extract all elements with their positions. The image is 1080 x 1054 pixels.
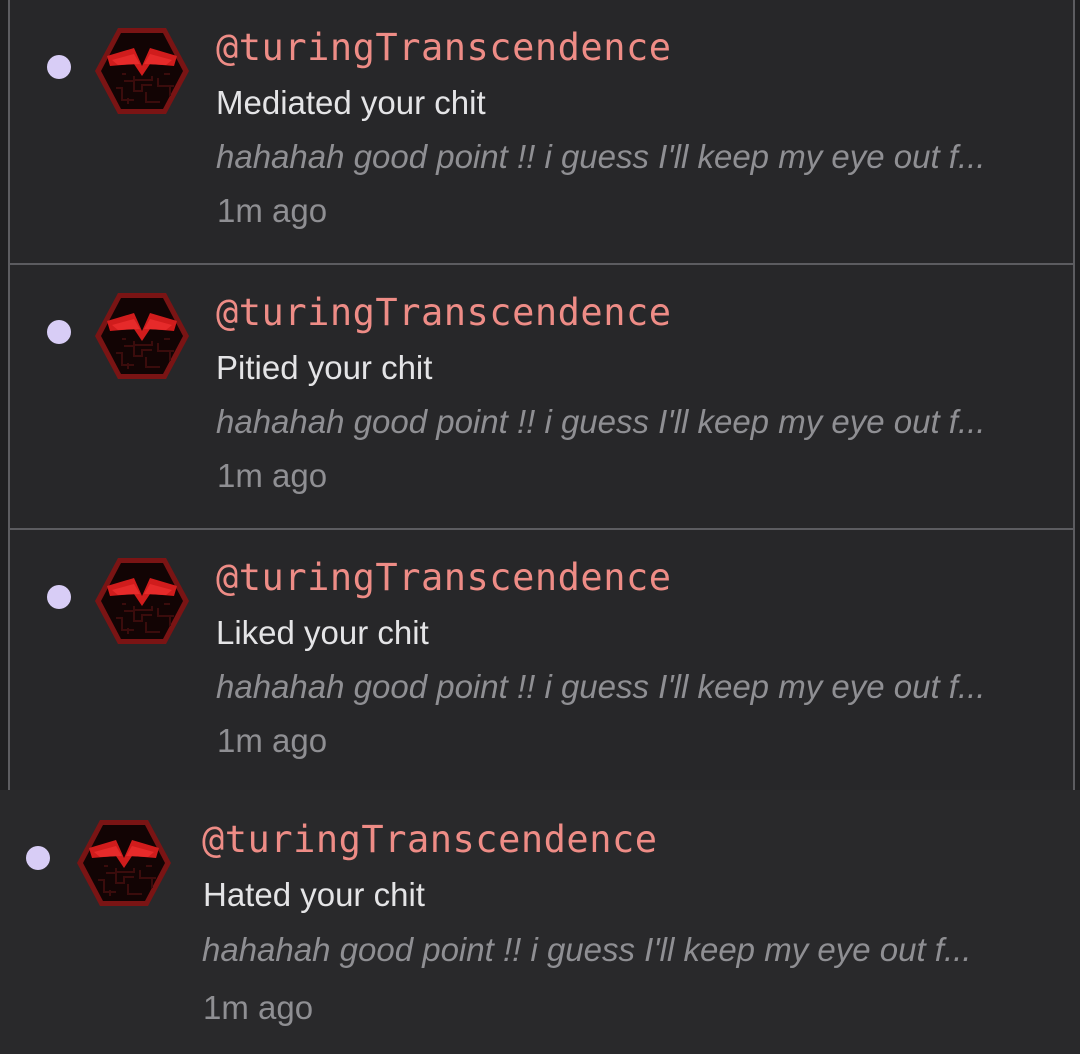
avatar[interactable] [94, 26, 190, 116]
avatar[interactable] [94, 291, 190, 381]
chit-preview: hahahah good point !! i guess I'll keep … [216, 668, 986, 705]
notification-item[interactable]: @turingTranscendence Mediated your chit … [8, 0, 1075, 265]
user-handle[interactable]: @turingTranscendence [216, 291, 672, 334]
user-handle[interactable]: @turingTranscendence [216, 556, 672, 599]
timestamp: 1m ago [217, 457, 328, 494]
timestamp: 1m ago [217, 192, 328, 229]
notification-action: Hated your chit [203, 876, 425, 913]
notification-item[interactable]: @turingTranscendence Hated your chit hah… [0, 790, 1080, 1054]
chit-preview: hahahah good point !! i guess I'll keep … [202, 931, 972, 968]
notification-item[interactable]: @turingTranscendence Liked your chit hah… [8, 530, 1075, 790]
notification-item[interactable]: @turingTranscendence Pitied your chit ha… [8, 265, 1075, 530]
red-hexagon-visor-avatar-icon [94, 556, 190, 646]
notification-action: Liked your chit [216, 614, 429, 651]
unread-dot [47, 320, 71, 344]
avatar[interactable] [76, 818, 172, 908]
timestamp: 1m ago [203, 989, 314, 1026]
user-handle[interactable]: @turingTranscendence [216, 26, 672, 69]
red-hexagon-visor-avatar-icon [94, 26, 190, 116]
notification-action: Pitied your chit [216, 349, 433, 386]
timestamp: 1m ago [217, 722, 328, 759]
notification-action: Mediated your chit [216, 84, 486, 121]
unread-dot [26, 846, 50, 870]
unread-dot [47, 55, 71, 79]
red-hexagon-visor-avatar-icon [76, 818, 172, 908]
unread-dot [47, 585, 71, 609]
notification-feed: @turingTranscendence Mediated your chit … [0, 0, 1080, 1054]
red-hexagon-visor-avatar-icon [94, 291, 190, 381]
user-handle[interactable]: @turingTranscendence [202, 818, 658, 861]
chit-preview: hahahah good point !! i guess I'll keep … [216, 403, 986, 440]
chit-preview: hahahah good point !! i guess I'll keep … [216, 138, 986, 175]
avatar[interactable] [94, 556, 190, 646]
